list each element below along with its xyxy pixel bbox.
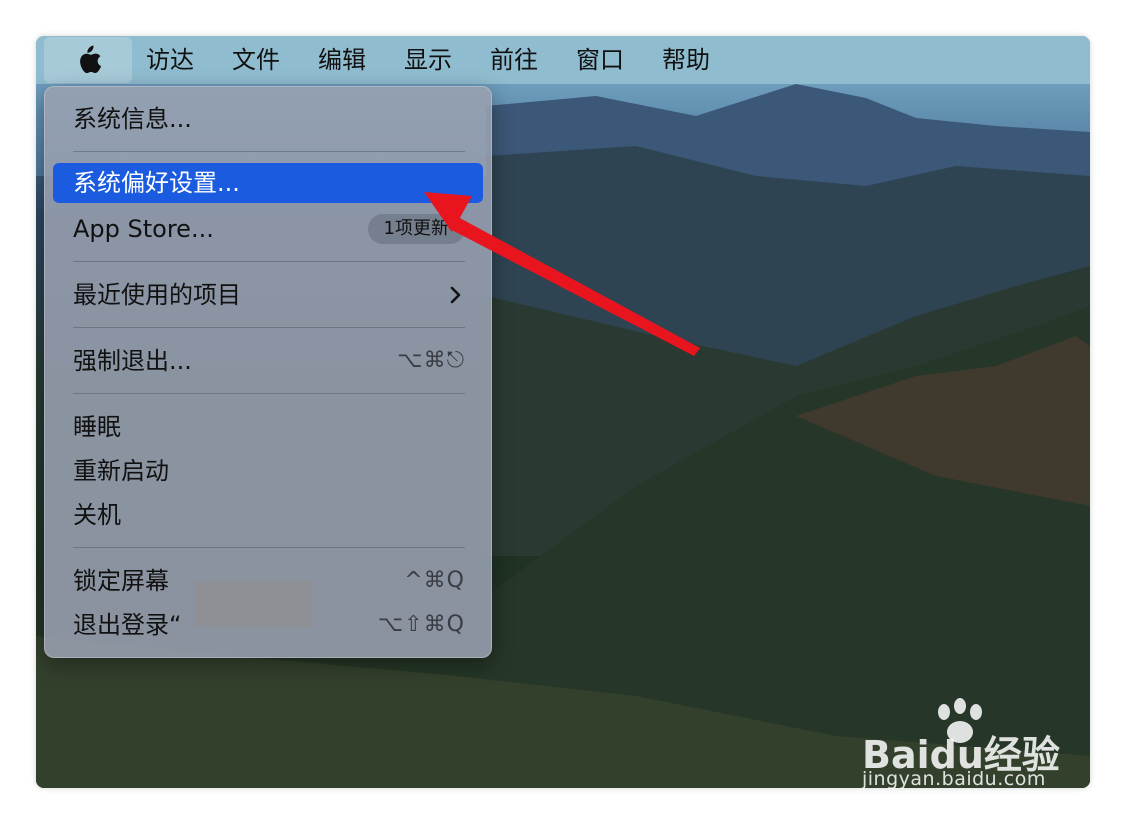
menu-separator: [73, 393, 465, 394]
apple-menu-button[interactable]: [44, 37, 132, 83]
keyboard-shortcut: ⌥⇧⌘Q: [377, 612, 465, 637]
menu-bar: 访达 文件 编辑 显示 前往 窗口 帮助: [36, 36, 1090, 84]
menu-item-label: 强制退出...: [73, 347, 192, 375]
menu-separator: [73, 327, 465, 328]
menu-item-restart[interactable]: 重新启动: [53, 451, 483, 491]
menubar-item-edit[interactable]: 编辑: [304, 36, 390, 84]
apple-dropdown-menu: 系统信息... 系统偏好设置... App Store... 1项更新 最近使用…: [44, 86, 492, 658]
menu-separator: [73, 151, 465, 152]
menu-item-label: 退出登录“: [73, 611, 182, 639]
menu-item-label: 关机: [73, 501, 121, 529]
menu-item-recent-items[interactable]: 最近使用的项目: [53, 275, 483, 315]
menubar-item-view[interactable]: 显示: [390, 36, 476, 84]
menubar-item-file[interactable]: 文件: [218, 36, 304, 84]
menu-item-shutdown[interactable]: 关机: [53, 495, 483, 535]
desktop-screen: 访达 文件 编辑 显示 前往 窗口 帮助 系统信息... 系统偏好设置... A…: [36, 36, 1090, 788]
menu-item-sleep[interactable]: 睡眠: [53, 407, 483, 447]
chevron-right-icon: [449, 275, 463, 327]
menu-item-force-quit[interactable]: 强制退出... ⌥⌘⎋: [53, 341, 483, 381]
keyboard-shortcut: ⌥⌘⎋: [397, 348, 465, 373]
menubar-item-help[interactable]: 帮助: [648, 36, 734, 84]
menubar-item-go[interactable]: 前往: [476, 36, 562, 84]
menu-separator: [73, 261, 465, 262]
menu-item-label: 系统偏好设置...: [73, 169, 240, 197]
menu-item-label: 锁定屏幕: [73, 567, 169, 595]
menu-item-about-this-mac[interactable]: 系统信息...: [53, 99, 483, 139]
menu-item-label: 重新启动: [73, 457, 169, 485]
redacted-username: [195, 581, 313, 627]
menu-item-label: App Store...: [73, 215, 214, 243]
apple-logo-icon: [80, 45, 102, 74]
menubar-item-finder[interactable]: 访达: [132, 36, 218, 84]
update-badge: 1项更新: [367, 214, 465, 244]
menu-item-label: 系统信息...: [73, 105, 192, 133]
menubar-item-window[interactable]: 窗口: [562, 36, 648, 84]
menu-item-label: 睡眠: [73, 413, 121, 441]
watermark-url: jingyan.baidu.com: [862, 768, 1046, 790]
menu-item-system-preferences[interactable]: 系统偏好设置...: [53, 163, 483, 203]
menu-item-label: 最近使用的项目: [73, 281, 241, 309]
keyboard-shortcut: ^⌘Q: [404, 568, 465, 593]
menu-item-app-store[interactable]: App Store... 1项更新: [53, 209, 483, 249]
menu-separator: [73, 547, 465, 548]
baidu-watermark: Baidu经验 jingyan.baidu.com: [862, 698, 1072, 800]
